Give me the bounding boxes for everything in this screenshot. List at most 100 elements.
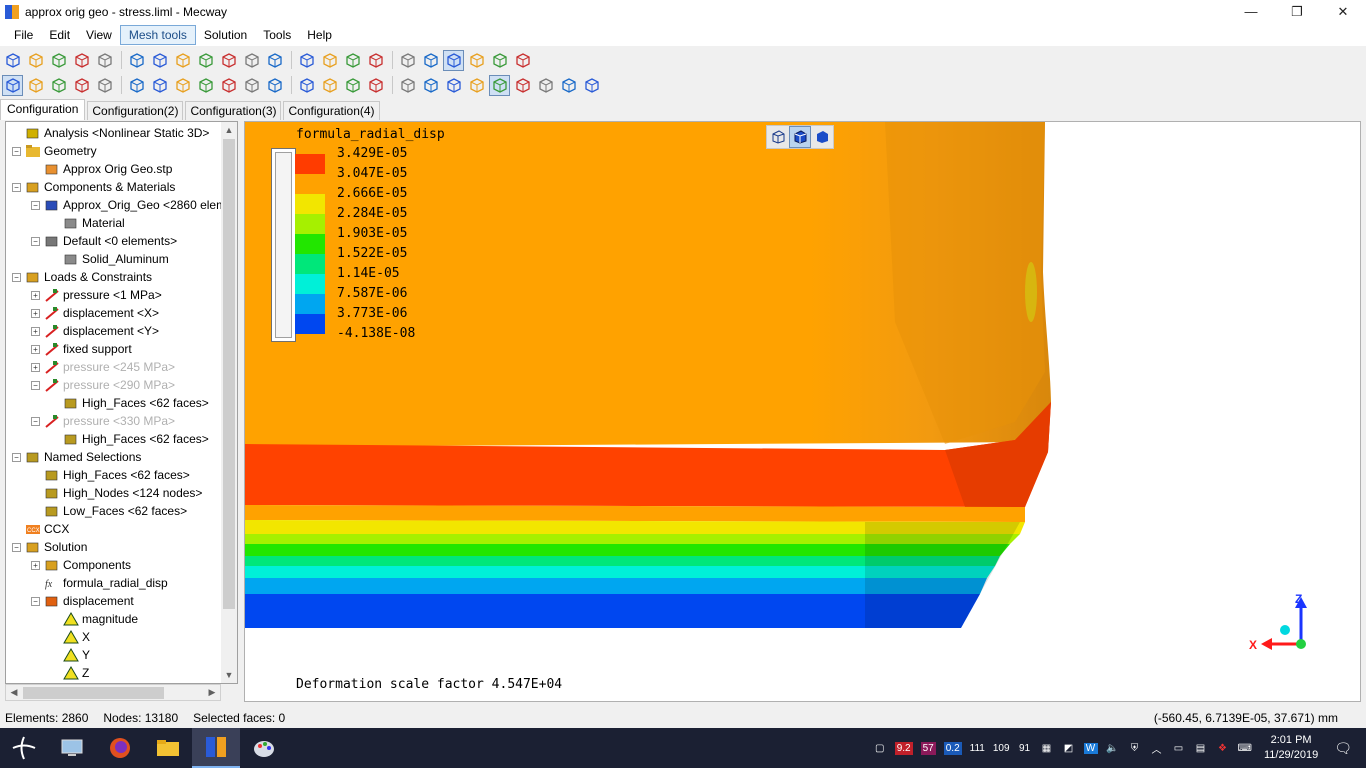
edges-icon[interactable] <box>489 50 510 71</box>
tree-node[interactable]: + displacement <X> <box>31 304 159 322</box>
tray-app-icon[interactable]: ◩ <box>1062 743 1076 754</box>
tree-node[interactable]: High_Faces <62 faces> <box>50 394 209 412</box>
copy-icon[interactable] <box>296 75 317 96</box>
close-button[interactable]: ✕ <box>1320 0 1366 23</box>
start-icon[interactable] <box>0 728 48 768</box>
tree-node[interactable]: High_Faces <62 faces> <box>50 430 209 448</box>
revolve-icon[interactable] <box>342 75 363 96</box>
scroll-left-icon[interactable]: ◀ <box>6 685 22 700</box>
tray-net-value[interactable]: 111 <box>970 743 985 754</box>
notifications-icon[interactable]: 🗨 <box>1334 740 1352 757</box>
tree-expander-icon[interactable]: − <box>31 416 40 426</box>
mesh-icon[interactable] <box>126 50 147 71</box>
tree-node[interactable]: − pressure <290 MPa> <box>31 376 175 394</box>
wave-icon[interactable] <box>535 75 556 96</box>
volume-icon[interactable]: 🔈 <box>1106 743 1120 754</box>
tree-node[interactable]: + fixed support <box>31 340 132 358</box>
restore-button[interactable]: ❐ <box>1274 0 1320 23</box>
open-icon[interactable] <box>25 50 46 71</box>
tree-node[interactable]: + displacement <Y> <box>31 322 159 340</box>
legend-slider[interactable] <box>271 148 296 342</box>
tree-node[interactable]: − Loads & Constraints <box>12 268 152 286</box>
tray-net2-value[interactable]: 109 <box>993 743 1010 754</box>
tree-node[interactable]: High_Nodes <124 nodes> <box>31 484 202 502</box>
tray-cpu-value[interactable]: 9.2 <box>894 741 913 755</box>
tree-node[interactable]: High_Faces <62 faces> <box>31 466 190 484</box>
tray-storage-icon[interactable]: ▤ <box>1194 743 1208 754</box>
tree-node[interactable]: Solid_Aluminum <box>50 250 169 268</box>
shaded-edges-view-icon[interactable] <box>789 126 811 148</box>
3d-viewport[interactable]: formula_radial_disp 3.429E-05 3.047E-05 2.… <box>244 121 1361 702</box>
tab-configuration[interactable]: Configuration <box>0 99 86 120</box>
menu-help[interactable]: Help <box>299 26 340 44</box>
tab-configuration-4[interactable]: Configuration(4) <box>283 101 380 120</box>
merge-icon[interactable] <box>241 75 262 96</box>
select-element-icon[interactable] <box>48 75 69 96</box>
minimize-button[interactable]: — <box>1228 0 1274 23</box>
security-icon[interactable]: ⛨ <box>1128 743 1142 754</box>
tree-expander-icon[interactable]: + <box>31 290 40 300</box>
tray-keyboard-icon[interactable]: ⌨ <box>1238 743 1252 754</box>
tree-node[interactable]: − Named Selections <box>12 448 141 466</box>
smooth-icon[interactable] <box>512 75 533 96</box>
hscroll-thumb[interactable] <box>23 687 164 699</box>
mecway-taskbar-icon[interactable] <box>192 728 240 768</box>
tree-node[interactable]: − Approx_Orig_Geo <2860 elements> <box>31 196 237 214</box>
tree-expander-icon[interactable]: − <box>12 452 21 462</box>
tree-node[interactable]: − pressure <330 MPa> <box>31 412 175 430</box>
menu-view[interactable]: View <box>78 26 120 44</box>
tray-chevron-icon[interactable]: ︿ <box>1150 741 1164 756</box>
menu-tools[interactable]: Tools <box>255 26 299 44</box>
tree-node[interactable]: Material <box>50 214 125 232</box>
undo-icon[interactable] <box>71 50 92 71</box>
tree-node[interactable]: Analysis <Nonlinear Static 3D> <box>12 124 209 142</box>
new-icon[interactable] <box>2 50 23 71</box>
clock[interactable]: 2:01 PM 11/29/2019 <box>1264 733 1318 763</box>
tree-node[interactable]: Y <box>50 646 90 664</box>
tray-network-icon[interactable]: ▦ <box>1040 743 1054 754</box>
tray-red-icon[interactable]: ❖ <box>1216 743 1230 754</box>
this-pc-icon[interactable] <box>48 728 96 768</box>
delete-icon[interactable] <box>172 75 193 96</box>
save-icon[interactable] <box>48 50 69 71</box>
tree-node[interactable]: Z <box>50 664 89 682</box>
tree-expander-icon[interactable]: − <box>31 596 40 606</box>
scroll-right-icon[interactable]: ▶ <box>204 685 220 700</box>
view-left-icon[interactable] <box>218 50 239 71</box>
menu-edit[interactable]: Edit <box>41 26 78 44</box>
split-icon[interactable] <box>195 75 216 96</box>
contour-icon[interactable] <box>489 74 510 96</box>
tree-node[interactable]: + Components <box>31 556 131 574</box>
refine-icon[interactable] <box>397 75 418 96</box>
select-node-icon[interactable] <box>25 75 46 96</box>
menu-mesh-tools[interactable]: Mesh tools <box>119 24 196 45</box>
tree-expander-icon[interactable]: − <box>12 272 21 282</box>
tree-horizontal-scrollbar[interactable]: ◀ ▶ <box>5 684 221 701</box>
tree-vertical-scrollbar[interactable]: ▲ ▼ <box>221 122 237 683</box>
tree-node[interactable]: − Components & Materials <box>12 178 175 196</box>
tree-node[interactable]: − Default <0 elements> <box>31 232 177 250</box>
tray-desktop-icon[interactable]: ▢ <box>873 743 887 754</box>
scatter-icon[interactable] <box>420 75 441 96</box>
tab-configuration-2[interactable]: Configuration(2) <box>87 101 184 120</box>
wire-icon[interactable] <box>420 50 441 71</box>
anim-icon[interactable] <box>558 75 579 96</box>
tree-node[interactable]: − displacement <box>31 592 134 610</box>
tree-expander-icon[interactable]: − <box>31 380 40 390</box>
shade-icon[interactable] <box>443 49 464 71</box>
select-icon[interactable] <box>397 50 418 71</box>
box-icon[interactable] <box>126 75 147 96</box>
tree-expander-icon[interactable]: − <box>12 146 21 156</box>
tray-memory-value[interactable]: 57 <box>920 741 936 755</box>
table-icon[interactable] <box>581 75 602 96</box>
tree-node[interactable]: CCX CCX <box>12 520 69 538</box>
tree-expander-icon[interactable]: − <box>12 542 21 552</box>
scroll-thumb[interactable] <box>223 139 235 609</box>
tree-node[interactable]: X <box>50 628 90 646</box>
menu-solution[interactable]: Solution <box>196 26 255 44</box>
tree-node[interactable]: + pressure <245 MPa> <box>31 358 175 376</box>
view-right-icon[interactable] <box>241 50 262 71</box>
tree-node[interactable]: − Geometry <box>12 142 97 160</box>
tree-expander-icon[interactable]: − <box>31 236 40 246</box>
sweep-icon[interactable] <box>365 75 386 96</box>
